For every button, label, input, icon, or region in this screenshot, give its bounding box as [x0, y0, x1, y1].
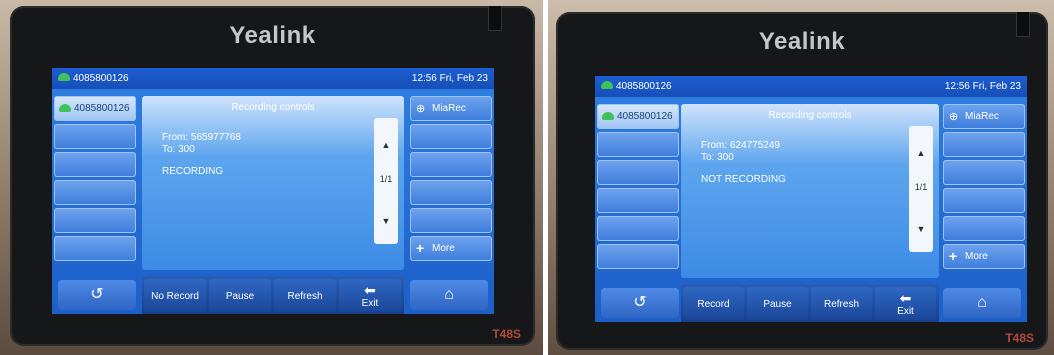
datetime: 12:56 Fri, Feb 23	[411, 73, 488, 84]
line-key-empty[interactable]	[597, 244, 679, 269]
softkey-pause[interactable]: Pause	[747, 287, 808, 320]
globe-icon: ⊕	[416, 103, 426, 115]
softkey-exit[interactable]: ⬅ Exit	[875, 287, 936, 320]
right-key-empty[interactable]	[410, 208, 492, 233]
line-key-empty[interactable]	[597, 160, 679, 185]
softkey-refresh[interactable]: Refresh	[274, 279, 336, 312]
from-number: From: 565977768	[162, 132, 241, 143]
home-button[interactable]: ⌂	[410, 280, 488, 310]
status-bar: 4085800126 12:56 Fri, Feb 23	[52, 68, 494, 89]
scroll-down-icon[interactable]: ▼	[909, 224, 933, 234]
panel-title: Recording controls	[768, 110, 852, 121]
page-indicator: 1/1	[379, 174, 393, 184]
exit-arrow-icon: ⬅	[899, 290, 912, 306]
softkey-no-record[interactable]: No Record	[144, 279, 206, 312]
softkey-bar: No Record Pause Refresh ⬅ Exit	[142, 276, 404, 314]
more-button[interactable]: + More	[943, 244, 1025, 269]
more-button[interactable]: + More	[410, 236, 492, 261]
recording-status: RECORDING	[162, 166, 224, 177]
line-key-empty[interactable]	[54, 208, 136, 233]
phone-icon	[601, 81, 613, 90]
back-button[interactable]: ↺	[58, 280, 136, 310]
right-key-empty[interactable]	[410, 124, 492, 149]
back-button[interactable]: ↺	[601, 288, 679, 318]
line-key-empty[interactable]	[597, 216, 679, 241]
right-key-empty[interactable]	[410, 152, 492, 177]
recording-controls-panel: Recording controls From: 624775249 To: 3…	[681, 104, 939, 278]
miarec-button[interactable]: ⊕ MiaRec	[943, 104, 1025, 129]
right-key-empty[interactable]	[410, 180, 492, 205]
right-key-empty[interactable]	[943, 188, 1025, 213]
plus-icon: +	[416, 240, 425, 256]
panel-title: Recording controls	[231, 102, 315, 113]
line-key-account[interactable]: 4085800126	[597, 104, 679, 129]
softkey-exit[interactable]: ⬅ Exit	[339, 279, 401, 312]
back-arrow-icon: ↺	[90, 286, 104, 303]
page-indicator: 1/1	[914, 182, 928, 192]
line-key-empty[interactable]	[54, 124, 136, 149]
from-number: From: 624775249	[701, 140, 780, 151]
line-key-account[interactable]: 4085800126	[54, 96, 136, 121]
home-button[interactable]: ⌂	[943, 288, 1021, 318]
phone-icon	[58, 73, 70, 82]
line-key-empty[interactable]	[54, 236, 136, 261]
softkey-refresh[interactable]: Refresh	[811, 287, 872, 320]
exit-arrow-icon: ⬅	[364, 282, 376, 298]
right-key-empty[interactable]	[943, 216, 1025, 241]
home-icon: ⌂	[977, 294, 987, 311]
model-label: T48S	[1005, 331, 1034, 345]
recording-controls-panel: Recording controls From: 565977768 To: 3…	[142, 96, 404, 270]
scroll-down-icon[interactable]: ▼	[374, 216, 398, 226]
phone-icon	[59, 104, 71, 112]
phone-icon	[602, 112, 614, 120]
brand-logo: Yealink	[229, 22, 316, 49]
scrollbar[interactable]: ▲ 1/1 ▼	[374, 118, 398, 244]
scroll-up-icon[interactable]: ▲	[374, 140, 398, 150]
line-key-empty[interactable]	[54, 180, 136, 205]
phone-screen-right: 4085800126 12:56 Fri, Feb 23 4085800126 …	[595, 76, 1027, 322]
miarec-button[interactable]: ⊕ MiaRec	[410, 96, 492, 121]
datetime: 12:56 Fri, Feb 23	[944, 81, 1021, 92]
globe-icon: ⊕	[949, 111, 959, 123]
right-key-empty[interactable]	[943, 132, 1025, 157]
account-indicator: 4085800126	[58, 73, 129, 84]
softkey-pause[interactable]: Pause	[209, 279, 271, 312]
softkey-record[interactable]: Record	[683, 287, 744, 320]
line-key-empty[interactable]	[597, 188, 679, 213]
to-number: To: 300	[162, 144, 195, 155]
scroll-up-icon[interactable]: ▲	[909, 148, 933, 158]
home-icon: ⌂	[444, 286, 454, 303]
line-key-empty[interactable]	[597, 132, 679, 157]
back-arrow-icon: ↺	[633, 294, 647, 311]
account-indicator: 4085800126	[601, 81, 672, 92]
status-bar: 4085800126 12:56 Fri, Feb 23	[595, 76, 1027, 97]
to-number: To: 300	[701, 152, 734, 163]
line-key-empty[interactable]	[54, 152, 136, 177]
plus-icon: +	[949, 248, 958, 264]
brand-logo: Yealink	[758, 28, 846, 55]
softkey-bar: Record Pause Refresh ⬅ Exit	[681, 284, 939, 322]
right-key-empty[interactable]	[943, 160, 1025, 185]
scrollbar[interactable]: ▲ 1/1 ▼	[909, 126, 933, 252]
model-label: T48S	[492, 327, 521, 341]
phone-screen-left: 4085800126 12:56 Fri, Feb 23 4085800126 …	[52, 68, 494, 314]
recording-status: NOT RECORDING	[701, 174, 786, 185]
